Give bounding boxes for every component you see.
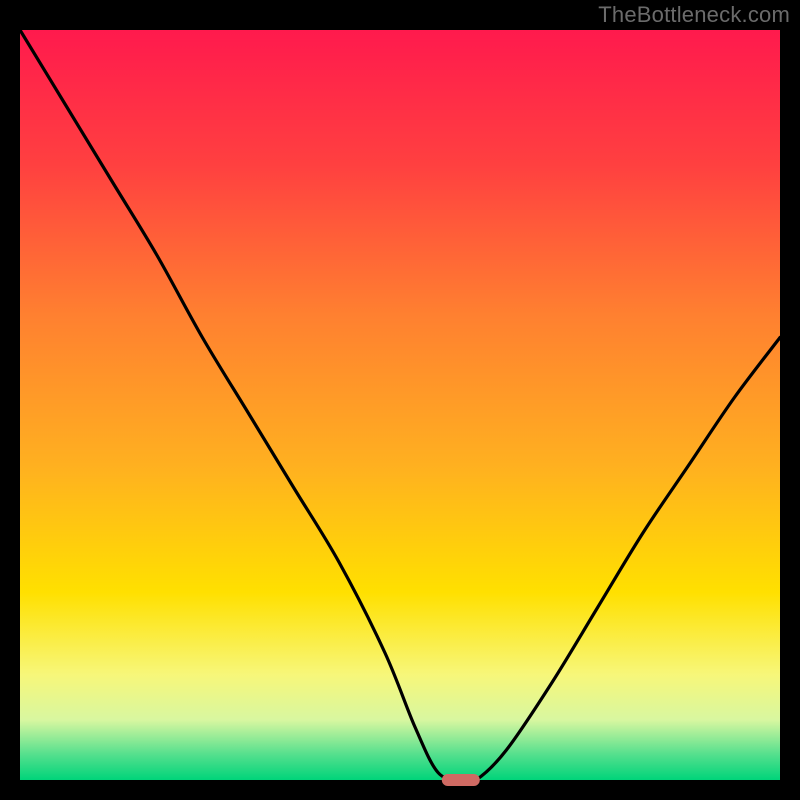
optimal-marker [442, 774, 480, 786]
plot-background [20, 30, 780, 780]
bottleneck-chart [0, 0, 800, 800]
chart-stage: TheBottleneck.com [0, 0, 800, 800]
